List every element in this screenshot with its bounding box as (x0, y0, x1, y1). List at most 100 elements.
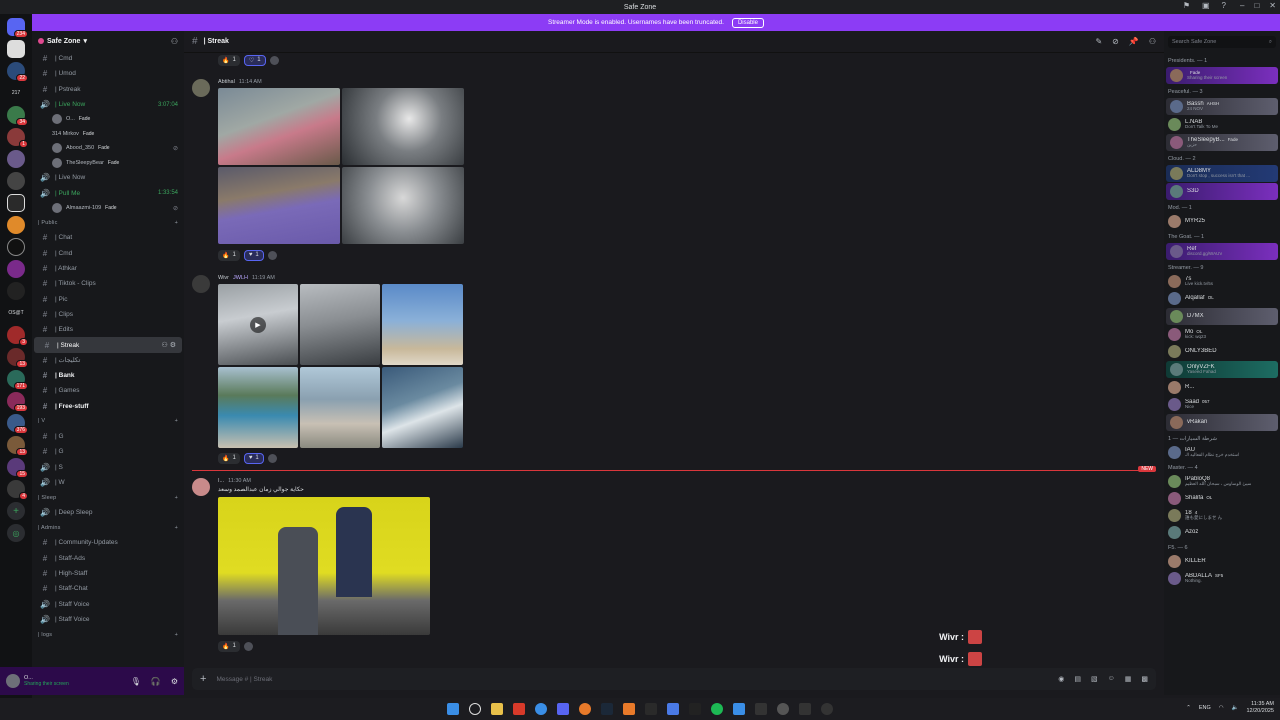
member-item[interactable]: Ref discord.gg/WAUV (1166, 243, 1278, 260)
channel-clips[interactable]: # | Clips (32, 307, 184, 322)
minimize-button[interactable]: – (1240, 1, 1244, 10)
image-clouds[interactable] (342, 167, 464, 244)
image-game-screenshot[interactable] (218, 497, 430, 635)
voice-user[interactable]: Abood_350 Fade ⊘ (32, 141, 184, 156)
search-icon[interactable] (469, 703, 481, 715)
image-pool[interactable] (218, 367, 298, 448)
channel-pstreak[interactable]: # | Pstreak (32, 82, 184, 97)
apps-icon[interactable]: ▦ (1125, 675, 1132, 683)
play-icon[interactable]: ▶ (250, 316, 266, 333)
guild-header[interactable]: Safe Zone ▾ ⚇ (32, 31, 184, 51)
flag-icon[interactable]: ⚑ (1183, 1, 1190, 10)
member-item[interactable]: vRakan (1166, 414, 1278, 431)
server-icon[interactable]: 4 (7, 480, 28, 500)
server-icon[interactable] (7, 172, 25, 190)
server-icon[interactable] (7, 282, 25, 300)
start-icon[interactable] (447, 703, 459, 715)
channel-settings-icon[interactable]: ⚇ ⚙ (162, 341, 177, 349)
channel-umod[interactable]: # | Umod (32, 66, 184, 81)
app-icon[interactable] (755, 703, 767, 715)
gear-icon[interactable]: ⚙ (171, 677, 178, 686)
channel-cmd[interactable]: # | Cmd (32, 51, 184, 66)
add-reaction-icon[interactable] (267, 250, 277, 260)
member-item[interactable]: KILLER (1164, 553, 1280, 570)
add-channel-icon[interactable]: + (175, 418, 178, 424)
channel-edits[interactable]: # | Edits (32, 322, 184, 337)
avatar[interactable] (192, 275, 210, 293)
spotify-icon[interactable] (711, 703, 723, 715)
channel-arabic[interactable]: # | تكليجات (32, 353, 184, 368)
app-icon[interactable] (777, 703, 789, 715)
emoji-icon[interactable]: ☺ (1108, 675, 1115, 683)
member-item[interactable]: R... (1164, 379, 1280, 396)
voice-channel-live-now[interactable]: 🔊 | Live Now 3:07:04 (32, 97, 184, 112)
image-beach-wall[interactable] (300, 367, 380, 448)
member-item[interactable]: ABDALLA SF5 Nothing. (1164, 570, 1280, 587)
member-item[interactable]: IPabloQ8 سيئ الوساوس ، سبحان الله العظيم (1164, 473, 1280, 490)
member-item[interactable]: 7s Live kick.tv/5s (1164, 273, 1280, 290)
voice-channel-staff-voice[interactable]: 🔊 | Staff Voice (32, 597, 184, 612)
server-icon[interactable]: 193 (7, 392, 28, 412)
add-server-icon[interactable]: + (7, 502, 25, 520)
channel-community-updates[interactable]: # | Community-Updates (32, 535, 184, 550)
category-logs[interactable]: | logs + (32, 627, 184, 642)
add-channel-icon[interactable]: + (175, 525, 178, 531)
chrome-icon[interactable] (535, 703, 547, 715)
server-icon[interactable]: 13 (7, 348, 28, 368)
chevron-up-icon[interactable]: ⌃ (1186, 705, 1191, 711)
server-icon[interactable]: 3 (7, 326, 28, 346)
gif-icon[interactable]: ▤ (1074, 675, 1081, 683)
message-author[interactable]: Wivr (218, 275, 229, 281)
voice-channel-s[interactable]: 🔊 | S (32, 459, 184, 474)
channel-g[interactable]: # | G (32, 429, 184, 444)
server-icon[interactable]: 15 (7, 458, 28, 478)
voice-channel-live-now-2[interactable]: 🔊 | Live Now (32, 170, 184, 185)
channel-staff-ads[interactable]: # | Staff-Ads (32, 551, 184, 566)
attach-plus-icon[interactable]: + (200, 673, 206, 685)
channel-tiktok-clips[interactable]: # | Tiktok - Clips (32, 276, 184, 291)
member-item[interactable]: OnlyVZFK Yaseed Fahad (1166, 361, 1278, 378)
channel-high-staff[interactable]: # | High-Staff (32, 566, 184, 581)
headphones-icon[interactable]: 🎧 (151, 677, 161, 686)
member-item[interactable]: Bassh AHSH 24 NOV (1166, 98, 1278, 115)
voice-channel-deep-sleep[interactable]: 🔊 | Deep Sleep (32, 505, 184, 520)
add-channel-icon[interactable]: + (175, 632, 178, 638)
channel-g[interactable]: # | G (32, 444, 184, 459)
reaction-fire[interactable]: 🔥 1 (218, 640, 240, 652)
member-item[interactable]: Fade Sharing their screen (1166, 67, 1278, 84)
user-info[interactable]: O... Sharing their screen (24, 675, 69, 687)
member-item[interactable]: Shalifa OL (1164, 490, 1280, 507)
avatar[interactable] (6, 674, 20, 688)
server-icon[interactable] (7, 150, 25, 168)
firefox-icon[interactable] (579, 703, 591, 715)
app-icon[interactable] (513, 703, 525, 715)
steam-icon[interactable] (601, 703, 613, 715)
message-input[interactable]: Message # | Streak (216, 676, 272, 683)
category-v[interactable]: | V + (32, 414, 184, 429)
add-reaction-icon[interactable] (267, 453, 277, 463)
reaction-heart[interactable]: ♥ 1 (243, 249, 264, 261)
reaction-heart[interactable]: ♡ 1 (243, 54, 266, 66)
member-item[interactable]: IAU استخدم خرج نظام الفعاليه الـ (1164, 444, 1280, 461)
member-item[interactable]: TheSleepyB... Fade حزين (1166, 134, 1278, 151)
server-icon[interactable] (7, 238, 25, 256)
image-skyline[interactable] (382, 284, 463, 365)
reaction-fire[interactable]: 🔥 1 (218, 249, 240, 261)
member-item[interactable]: MYR25 (1164, 213, 1280, 230)
channel-cmd[interactable]: # | Cmd (32, 246, 184, 261)
channel-staff-chat[interactable]: # | Staff-Chat (32, 581, 184, 596)
app-icon[interactable] (623, 703, 635, 715)
member-item[interactable]: Mo OL kick: wq23 (1164, 326, 1280, 343)
discord-icon[interactable] (557, 703, 569, 715)
server-icon[interactable]: 171 (7, 370, 28, 390)
server-icon[interactable] (7, 40, 25, 58)
voice-user[interactable]: O... Fade (32, 112, 184, 127)
category-sleep[interactable]: | Sleep + (32, 490, 184, 505)
image-umbrella[interactable] (218, 167, 340, 244)
server-icon[interactable] (7, 216, 25, 234)
discover-icon[interactable]: ◎ (7, 524, 25, 542)
reaction-fire[interactable]: 🔥 1 (218, 452, 240, 464)
activities-icon[interactable]: ▩ (1141, 675, 1148, 683)
maximize-button[interactable]: □ (1254, 1, 1259, 10)
channel-athkar[interactable]: # | Athkar (32, 261, 184, 276)
